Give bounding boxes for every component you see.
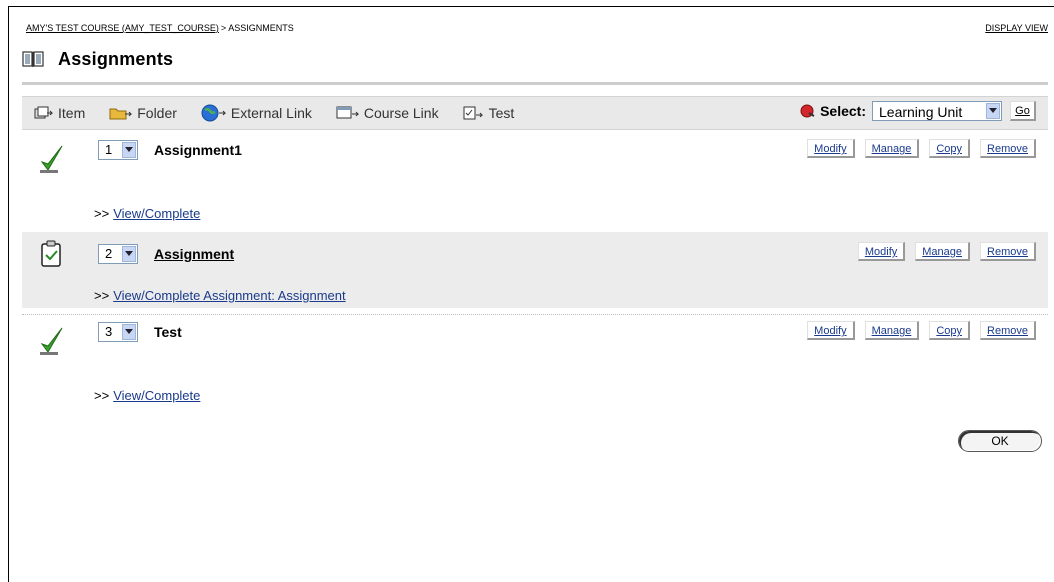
view-complete-row: >> View/Complete Assignment: Assignment bbox=[94, 288, 346, 303]
item-title: Assignment1 bbox=[154, 142, 242, 158]
item-icon bbox=[34, 106, 54, 119]
copy-button[interactable]: Copy bbox=[929, 321, 971, 340]
link-prefix: >> bbox=[94, 206, 110, 221]
check-mark-icon bbox=[40, 145, 63, 173]
add-course-link-button[interactable]: Course Link bbox=[336, 105, 439, 121]
breadcrumb: AMY'S TEST COURSE (AMY_TEST_COURSE) > ASSI… bbox=[26, 22, 1048, 34]
order-select-value: 2 bbox=[105, 246, 113, 261]
link-prefix: >> bbox=[94, 288, 110, 303]
breadcrumb-course-link[interactable]: AMY'S TEST COURSE (AMY_TEST_COURSE) bbox=[26, 23, 219, 33]
clipboard-check-icon bbox=[41, 240, 61, 267]
item-actions: Modify Manage Copy Remove bbox=[797, 139, 1036, 158]
order-select-value: 3 bbox=[105, 324, 113, 339]
page-header: Assignments bbox=[22, 46, 173, 72]
view-complete-assignment-link[interactable]: View/Complete Assignment: Assignment bbox=[113, 288, 345, 303]
item-title: Test bbox=[154, 324, 182, 340]
page-title: Assignments bbox=[58, 48, 174, 69]
modify-button[interactable]: Modify bbox=[807, 321, 855, 340]
chevron-down-icon[interactable] bbox=[122, 142, 136, 158]
ok-button[interactable]: OK bbox=[958, 430, 1042, 452]
link-prefix: >> bbox=[94, 388, 110, 403]
order-select-value: 1 bbox=[105, 142, 113, 157]
breadcrumb-separator: > bbox=[220, 23, 227, 33]
add-external-link-button[interactable]: External Link bbox=[201, 104, 312, 122]
item-actions: Modify Manage Copy Remove bbox=[797, 321, 1036, 340]
add-folder-label: Folder bbox=[137, 105, 177, 121]
action-bar: Item Folder External Link Course Link Te… bbox=[22, 96, 1048, 130]
add-item-label: Item bbox=[58, 105, 86, 121]
item-actions: Modify Manage Remove bbox=[848, 242, 1036, 261]
copy-button[interactable]: Copy bbox=[929, 139, 971, 158]
manage-button[interactable]: Manage bbox=[915, 242, 971, 261]
add-external-link-label: External Link bbox=[230, 105, 312, 121]
content-type-select[interactable]: Learning Unit bbox=[872, 101, 1002, 121]
content-type-select-value: Learning Unit bbox=[879, 104, 963, 120]
go-button[interactable]: Go bbox=[1010, 101, 1036, 121]
list-item: 1 Assignment1 Modify Manage Copy Remove … bbox=[22, 136, 1048, 228]
course-link-icon bbox=[336, 106, 360, 119]
order-select[interactable]: 3 bbox=[98, 322, 138, 342]
view-complete-row: >> View/Complete bbox=[94, 388, 200, 403]
select-bullet-icon bbox=[800, 104, 815, 118]
remove-button[interactable]: Remove bbox=[980, 321, 1036, 340]
add-item-button[interactable]: Item bbox=[34, 105, 85, 121]
add-course-link-label: Course Link bbox=[363, 105, 439, 121]
breadcrumb-current: ASSIGNMENTS bbox=[228, 23, 294, 33]
display-view-link[interactable]: DISPLAY VIEW bbox=[985, 22, 1048, 34]
item-title-link[interactable]: Assignment bbox=[154, 246, 234, 262]
add-folder-button[interactable]: Folder bbox=[109, 105, 177, 121]
select-label: Select: bbox=[820, 103, 866, 119]
view-complete-link[interactable]: View/Complete bbox=[113, 206, 200, 221]
order-select[interactable]: 2 bbox=[98, 244, 138, 264]
remove-button[interactable]: Remove bbox=[980, 139, 1036, 158]
modify-button[interactable]: Modify bbox=[857, 242, 906, 261]
globe-icon bbox=[201, 104, 227, 122]
add-test-button[interactable]: Test bbox=[463, 105, 515, 121]
row-divider bbox=[22, 314, 1048, 315]
chevron-down-icon[interactable] bbox=[122, 246, 136, 262]
select-group: Select: Learning Unit Go bbox=[800, 101, 1036, 121]
chevron-down-icon[interactable] bbox=[986, 103, 1000, 119]
test-icon bbox=[463, 106, 483, 120]
remove-button[interactable]: Remove bbox=[980, 242, 1036, 261]
manage-button[interactable]: Manage bbox=[864, 321, 920, 340]
add-test-label: Test bbox=[488, 105, 515, 121]
folder-icon bbox=[109, 108, 133, 120]
view-complete-link[interactable]: View/Complete bbox=[113, 388, 200, 403]
list-item: 2 Assignment Modify Manage Remove >> View… bbox=[22, 232, 1048, 308]
manage-button[interactable]: Manage bbox=[864, 139, 920, 158]
view-complete-row: >> View/Complete bbox=[94, 206, 200, 221]
order-select[interactable]: 1 bbox=[98, 140, 138, 160]
list-item: 3 Test Modify Manage Copy Remove >> View/… bbox=[22, 318, 1048, 410]
chevron-down-icon[interactable] bbox=[122, 324, 136, 340]
check-mark-icon bbox=[40, 327, 63, 355]
book-icon bbox=[22, 51, 44, 67]
modify-button[interactable]: Modify bbox=[807, 139, 855, 158]
header-divider bbox=[22, 82, 1048, 85]
